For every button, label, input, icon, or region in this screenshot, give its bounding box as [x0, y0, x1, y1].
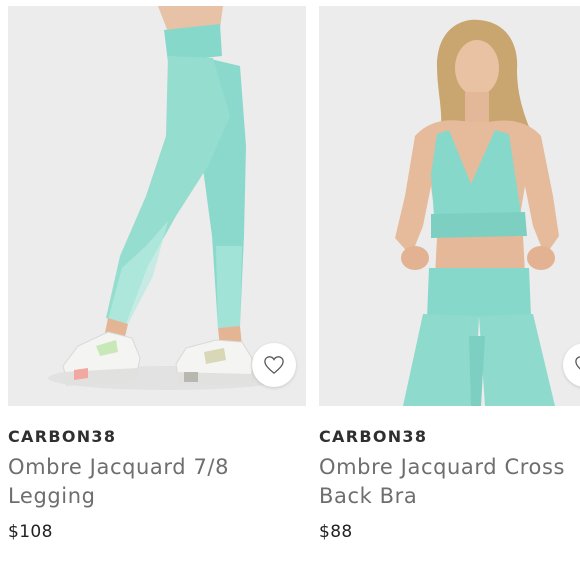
product-name[interactable]: Ombre Jacquard Cross Back Bra [319, 453, 580, 511]
product-price: $108 [8, 522, 53, 542]
bra-photo [319, 6, 580, 406]
heart-icon [575, 356, 580, 370]
product-brand: CARBON38 [8, 427, 117, 446]
product-price: $88 [319, 522, 353, 542]
product-card-bra[interactable]: CARBON38 Ombre Jacquard Cross Back Bra $… [319, 6, 580, 542]
product-grid: CARBON38 Ombre Jacquard 7/8 Legging $108 [0, 0, 580, 579]
product-brand: CARBON38 [319, 427, 428, 446]
product-card-legging[interactable]: CARBON38 Ombre Jacquard 7/8 Legging $108 [8, 6, 306, 542]
heart-icon [264, 356, 284, 375]
product-name[interactable]: Ombre Jacquard 7/8 Legging [8, 453, 308, 511]
product-image-legging[interactable] [8, 6, 306, 406]
wishlist-button-legging[interactable] [252, 343, 296, 387]
product-image-bra[interactable] [319, 6, 580, 406]
